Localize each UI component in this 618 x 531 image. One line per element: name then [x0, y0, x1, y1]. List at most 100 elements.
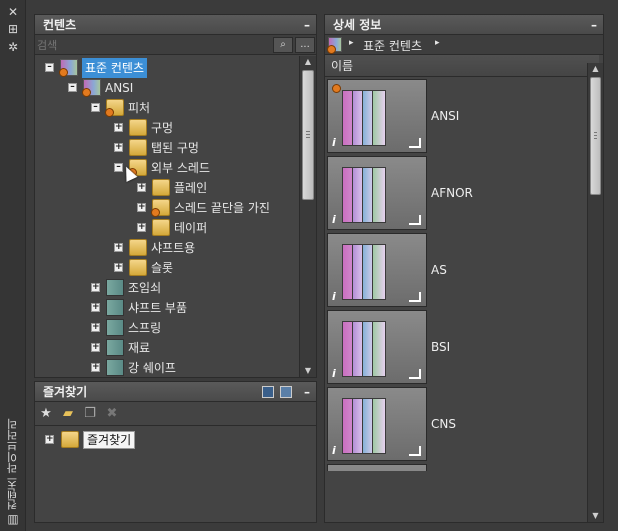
info-icon[interactable]: i — [332, 290, 336, 303]
scroll-thumb[interactable] — [302, 70, 314, 200]
tree-node[interactable]: + 샤프트용 — [35, 238, 297, 258]
tree-node-label: 테이퍼 — [174, 221, 208, 235]
collapse-icon[interactable]: – — [68, 83, 77, 92]
tree-node[interactable]: + 탭된 구멍 — [35, 138, 297, 158]
library-thumbnail[interactable]: i — [327, 156, 427, 230]
minimize-button[interactable]: – — [304, 382, 310, 402]
search-input[interactable] — [37, 37, 271, 53]
library-thumbnail[interactable]: i — [327, 233, 427, 307]
minimize-button[interactable]: – — [591, 15, 597, 35]
expand-icon[interactable]: + — [114, 123, 123, 132]
list-item[interactable]: i CNS — [325, 387, 587, 463]
library-thumbnail[interactable]: i — [327, 387, 427, 461]
item-name: ANSI — [431, 109, 460, 123]
name-column-header[interactable]: 이름 — [325, 55, 599, 77]
details-panel-title: 상세 정보 — [333, 18, 382, 32]
expand-icon[interactable]: + — [91, 323, 100, 332]
info-icon[interactable]: i — [332, 367, 336, 380]
breadcrumb-item[interactable]: 표준 컨텐츠 — [363, 37, 422, 54]
tree-node[interactable]: + 즐겨찾기 — [35, 430, 297, 450]
tree-node[interactable]: + 테이퍼 — [35, 218, 297, 238]
collapse-icon[interactable]: – — [91, 103, 100, 112]
shortcut-arrow-icon — [409, 215, 421, 225]
close-icon[interactable]: ✕ — [6, 5, 20, 19]
contents-panel-title: 컨텐츠 — [43, 18, 77, 32]
folder-icon — [129, 119, 147, 136]
list-item[interactable]: i AFNOR — [325, 156, 587, 232]
list-view-icon[interactable] — [262, 386, 274, 398]
tree-node[interactable]: + 구멍 — [35, 118, 297, 138]
library-thumbnail[interactable]: i — [327, 464, 427, 471]
download-icon — [82, 88, 91, 97]
tree-node[interactable]: – ANSI — [35, 78, 297, 98]
list-item[interactable]: i AS — [325, 233, 587, 309]
expand-icon[interactable]: + — [137, 183, 146, 192]
tree-node[interactable]: + 스프링 — [35, 318, 297, 338]
list-item[interactable]: i BSI — [325, 310, 587, 386]
expand-icon[interactable]: + — [91, 343, 100, 352]
download-icon — [332, 84, 341, 93]
expand-icon[interactable]: + — [137, 203, 146, 212]
books-icon — [342, 86, 410, 148]
contents-panel: 컨텐츠 – ⌕ ... –표준 컨텐츠–ANSI–피처+구멍+탭된 구멍–외부 … — [34, 14, 317, 378]
tree-node[interactable]: – 표준 컨텐츠 — [35, 58, 297, 78]
thumbnail-view-icon[interactable] — [280, 386, 292, 398]
scroll-up-arrow-icon[interactable]: ▲ — [300, 56, 316, 68]
favorites-folder-icon — [61, 431, 79, 448]
tree-node-label: 샤프트용 — [151, 241, 196, 255]
magnifier-icon[interactable]: ⌕ — [273, 37, 293, 53]
folder-icon — [152, 179, 170, 196]
info-icon[interactable]: i — [332, 444, 336, 457]
settings-icon[interactable]: ✲ — [6, 40, 20, 54]
info-icon[interactable]: i — [332, 213, 336, 226]
expand-icon[interactable]: + — [137, 223, 146, 232]
tree-node-label: 재료 — [128, 341, 151, 355]
library-thumbnail[interactable]: i — [327, 310, 427, 384]
expand-icon[interactable]: + — [91, 303, 100, 312]
contents-tree: – 표준 컨텐츠 – ANSI – 피처 + 구멍 + 탭된 구멍 – 외부 스레드 + 플레인 + 스레드 … — [35, 56, 297, 378]
library-icon: ▥ — [7, 512, 19, 526]
tree-node-label: 강 쉐이프 — [128, 361, 176, 375]
tree-node[interactable]: + 강 쉐이프 — [35, 358, 297, 378]
copy-icon[interactable]: ❐ — [82, 406, 98, 422]
tree-node-label: 구멍 — [151, 121, 174, 135]
breadcrumb-separator-icon[interactable]: ▸ — [435, 38, 440, 48]
tree-node[interactable]: + 조임쇠 — [35, 278, 297, 298]
pin-icon[interactable]: ⊞ — [6, 22, 20, 36]
more-button[interactable]: ... — [295, 37, 315, 53]
expand-icon[interactable]: + — [114, 143, 123, 152]
tree-node[interactable]: + 재료 — [35, 338, 297, 358]
expand-icon[interactable]: + — [91, 283, 100, 292]
contents-panel-header: 컨텐츠 – — [35, 15, 316, 35]
new-folder-icon[interactable]: ▰ — [60, 406, 76, 422]
info-icon[interactable]: i — [332, 136, 336, 149]
delete-icon[interactable]: ✖ — [104, 406, 120, 422]
tree-node[interactable]: + 슬롯 — [35, 258, 297, 278]
item-name: AS — [431, 263, 447, 277]
list-item[interactable]: i ANSI — [325, 79, 587, 155]
add-favorite-star-icon[interactable]: ★ — [38, 406, 54, 422]
expand-icon[interactable]: + — [91, 363, 100, 372]
tree-node-label: 스레드 끝단을 가진 — [174, 201, 270, 215]
tree-node[interactable]: – 외부 스레드 — [35, 158, 297, 178]
scroll-down-arrow-icon[interactable]: ▼ — [588, 510, 603, 522]
scroll-up-arrow-icon[interactable]: ▲ — [588, 63, 603, 75]
tree-node[interactable]: + 스레드 끝단을 가진 — [35, 198, 297, 218]
expand-icon[interactable]: + — [114, 243, 123, 252]
breadcrumb-separator-icon[interactable]: ▸ — [349, 38, 354, 48]
list-item[interactable]: iCSN — [325, 464, 587, 471]
scroll-thumb[interactable] — [590, 77, 601, 195]
tree-node[interactable]: + 샤프트 부품 — [35, 298, 297, 318]
tree-node[interactable]: – 피처 — [35, 98, 297, 118]
tree-node-label: ANSI — [105, 81, 134, 95]
tree-node[interactable]: + 플레인 — [35, 178, 297, 198]
contents-scrollbar[interactable]: ▲ ▼ — [299, 56, 316, 377]
minimize-button[interactable]: – — [304, 15, 310, 35]
collapse-icon[interactable]: – — [45, 63, 54, 72]
expand-icon[interactable]: + — [114, 263, 123, 272]
library-thumbnail[interactable]: i — [327, 79, 427, 153]
books-icon — [342, 317, 410, 379]
expand-icon[interactable]: + — [45, 435, 54, 444]
scroll-down-arrow-icon[interactable]: ▼ — [300, 365, 316, 377]
details-scrollbar[interactable]: ▲ ▼ — [587, 63, 603, 522]
